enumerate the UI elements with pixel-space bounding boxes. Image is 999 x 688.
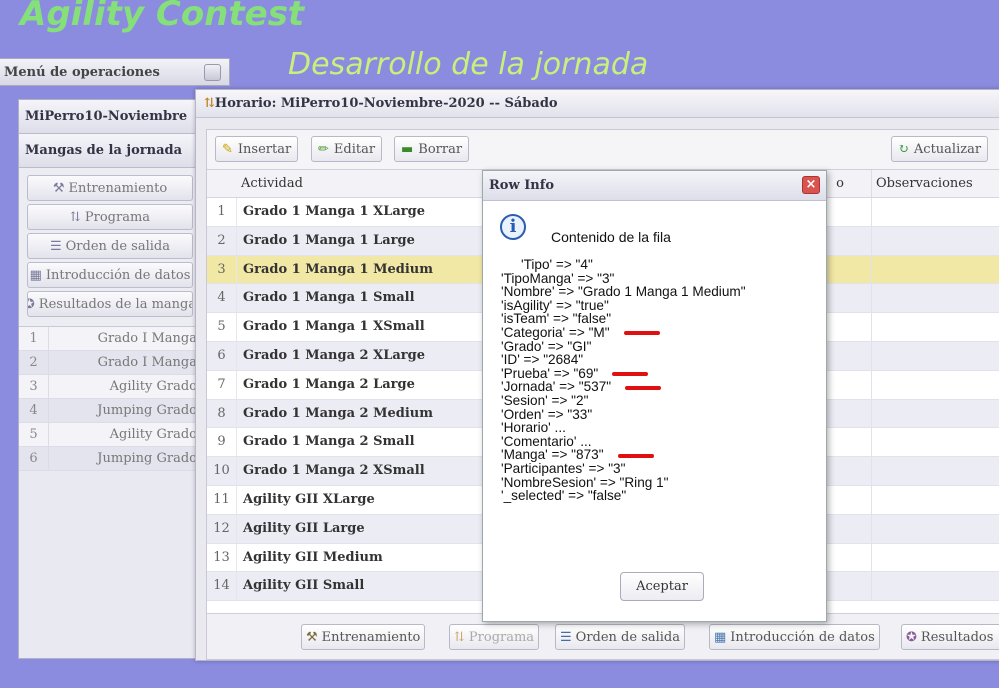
rosette-icon: ✪ [28,297,35,312]
left-program-button[interactable]: ⇅ Programa [27,204,193,230]
operations-menu-bar[interactable]: Menú de operaciones [0,58,230,86]
field-line: 'Jornada' => "537" [501,380,821,394]
tools-icon: ⚒ [52,180,65,196]
field-line: 'Participantes' => "3" [501,460,626,476]
left-order-button[interactable]: ☰ Orden de salida [27,233,193,259]
sort-arrows-icon: ⇅ [69,209,81,225]
grid-toolbar: ✎ Insertar ✏ Editar ▬ Borrar ↻ Actualizar [207,130,999,170]
refresh-button[interactable]: ↻ Actualizar [891,136,989,162]
list-item[interactable]: 2 Grado I Manga [19,351,197,375]
list-item[interactable]: 1 Grado I Manga [19,327,197,351]
dialog-title: Row Info [489,178,554,193]
list-item[interactable]: 3 Agility Grado [19,375,197,399]
app-title: Agility Contest [20,0,305,34]
list-item[interactable]: 4 Jumping Grado [19,399,197,423]
training-button[interactable]: ⚒ Entrenamiento [301,624,426,650]
rosette-icon: ✪ [906,629,917,645]
rounds-list: 1 Grado I Manga 2 Grado I Manga 3 Agility G… [19,326,197,471]
field-line: 'Tipo' => "4" [521,257,593,272]
field-line: 'Prueba' => "69" [501,366,821,381]
tools-icon: ⚒ [306,629,318,645]
redaction-mark [612,372,649,377]
list-item[interactable]: 5 Agility Grado [19,423,197,447]
edit-button[interactable]: ✏ Editar [311,136,383,162]
start-order-button[interactable]: ☰ Orden de salida [555,624,686,650]
left-panel-header: MiPerro10-Noviembre [19,100,197,134]
sort-arrows-icon: ⇅ [454,629,465,645]
dialog-heading: Contenido de la fila [551,229,671,245]
field-line: 'ID' => "2684" [501,352,584,368]
row-fields: 'Tipo' => "4" 'TipoManga' => "3" 'Nombre… [501,258,821,503]
delete-button[interactable]: ▬ Borrar [394,136,470,162]
field-line: 'isTeam' => "false" [501,311,612,327]
left-panel: MiPerro10-Noviembre Mangas de la jornada… [18,99,198,659]
left-training-button[interactable]: ⚒ Entrenamiento [27,175,193,201]
redaction-mark [623,331,660,336]
row-info-dialog: Row Info × i Contenido de la fila 'Tipo'… [482,170,827,622]
refresh-icon: ↻ [898,141,909,157]
field-line: 'Manga' => "873" [501,448,821,462]
dialog-header[interactable]: Row Info × [483,171,826,201]
program-button[interactable]: ⇅ Programa [449,624,540,650]
accept-button[interactable]: Aceptar [620,572,704,601]
list-order-icon: ☰ [560,629,572,645]
redaction-mark [617,453,654,458]
pencil-icon: ✏ [318,141,329,157]
list-item[interactable]: 6 Jumping Grado [19,447,197,471]
field-line: 'TipoManga' => "3" [501,270,615,286]
edit-pencil-icon: ✎ [222,141,233,157]
sort-arrows-icon: ⇅ [204,96,215,111]
schedule-window-title[interactable]: ⇅Horario: MiPerro10-Noviembre-2020 -- Sá… [196,90,999,118]
field-line: 'Nombre' => "Grado 1 Manga 1 Medium" [501,284,746,300]
field-line: 'Orden' => "33" [501,406,593,422]
table-icon: ▦ [29,267,42,283]
info-icon: i [500,214,526,240]
field-line: '_selected' => "false" [501,488,627,504]
data-entry-button[interactable]: ▦ Introducción de datos [709,624,880,650]
left-results-button[interactable]: ✪Resultados de la manga [27,291,193,317]
operations-menu-label: Menú de operaciones [4,65,160,80]
field-line: 'Horario' ... [501,420,566,436]
column-header-activity[interactable]: Actividad [237,170,491,197]
redaction-mark [625,385,662,390]
insert-button[interactable]: ✎ Insertar [215,136,299,162]
column-header-observations[interactable]: Observaciones [871,170,999,197]
field-line: 'Comentario' ... [501,433,592,449]
field-line: 'NombreSesion' => "Ring 1" [501,474,669,490]
left-data-entry-button[interactable]: ▦ Introducción de datos [27,262,193,288]
page-title: Desarrollo de la jornada [288,47,649,82]
field-line: 'Sesion' => "2" [501,392,589,408]
remove-icon: ▬ [401,141,414,157]
field-line: 'Grado' => "GI" [501,338,592,354]
field-line: 'isAgility' => "true" [501,297,609,313]
table-icon: ▦ [714,629,727,645]
close-icon[interactable]: × [802,176,820,194]
field-line: 'Categoria' => "M" [501,326,821,340]
rounds-section-header[interactable]: Mangas de la jornada [19,134,197,168]
list-order-icon: ☰ [49,238,62,254]
results-button[interactable]: ✪ Resultados [901,624,999,650]
collapse-toggle-icon[interactable] [204,64,221,81]
